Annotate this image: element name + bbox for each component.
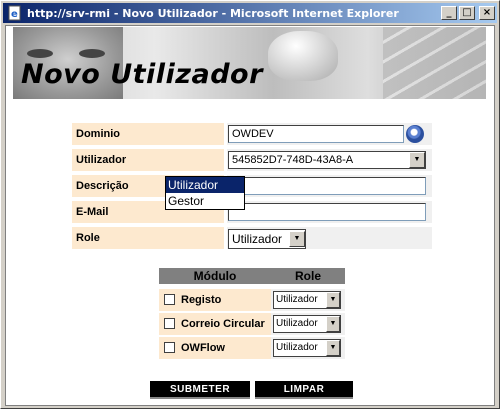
page-title: Novo Utilizador: [21, 59, 263, 90]
submit-button[interactable]: SUBMETER: [150, 381, 250, 399]
chevron-down-icon[interactable]: ▼: [326, 292, 340, 308]
utilizador-label: Utilizador: [72, 149, 224, 171]
clear-button[interactable]: LIMPAR: [255, 381, 353, 399]
correio-circular-checkbox[interactable]: [164, 318, 175, 329]
registo-role-select[interactable]: Utilizador ▼: [273, 291, 341, 309]
chevron-down-icon[interactable]: ▼: [409, 152, 425, 168]
minimize-button[interactable]: _: [441, 6, 457, 20]
ie-page-icon: e: [8, 5, 21, 21]
dominio-label: Dominio: [72, 123, 224, 145]
owflow-role-select[interactable]: Utilizador ▼: [273, 339, 341, 357]
module-name: Registo: [181, 294, 222, 306]
module-column-header: Módulo: [159, 268, 271, 284]
role-column-header: Role: [271, 268, 345, 284]
descricao-row: Descrição: [72, 174, 432, 198]
dominio-input[interactable]: OWDEV: [228, 125, 404, 143]
role-dropdown-list: Utilizador Gestor: [165, 176, 245, 210]
close-button[interactable]: ×: [479, 6, 495, 20]
banner-mouse-image: [268, 31, 338, 81]
owflow-checkbox[interactable]: [164, 342, 175, 353]
role-row: Role Utilizador ▼: [72, 226, 432, 250]
utilizador-select[interactable]: 545852D7-748D-43A8-A ▼: [228, 151, 426, 169]
magnifier-icon[interactable]: [406, 125, 424, 143]
correio-circular-role-select[interactable]: Utilizador ▼: [273, 315, 341, 333]
chevron-down-icon[interactable]: ▼: [289, 231, 305, 247]
role-label: Role: [72, 227, 224, 249]
module-row: Correio Circular Utilizador ▼: [159, 313, 345, 335]
svg-text:e: e: [11, 9, 18, 20]
role-option-utilizador[interactable]: Utilizador: [166, 177, 244, 193]
utilizador-row: Utilizador 545852D7-748D-43A8-A ▼: [72, 148, 432, 172]
browser-window: e http://srv-rmi - Novo Utilizador - Mic…: [0, 0, 500, 409]
module-row: OWFlow Utilizador ▼: [159, 337, 345, 359]
descricao-input[interactable]: [228, 177, 426, 195]
role-select[interactable]: Utilizador ▼: [228, 229, 306, 249]
module-name: OWFlow: [181, 342, 225, 354]
role-option-gestor[interactable]: Gestor: [166, 193, 244, 209]
page-content: Novo Utilizador Dominio OWDEV Utilizador…: [5, 25, 495, 406]
module-name: Correio Circular: [181, 318, 265, 330]
email-input[interactable]: [228, 203, 426, 221]
role-value: Utilizador: [232, 232, 283, 246]
email-row: E-Mail: [72, 200, 432, 224]
registo-checkbox[interactable]: [164, 294, 175, 305]
maximize-button[interactable]: □: [459, 6, 475, 20]
title-bar[interactable]: e http://srv-rmi - Novo Utilizador - Mic…: [3, 3, 497, 23]
dominio-row: Dominio OWDEV: [72, 122, 432, 146]
chevron-down-icon[interactable]: ▼: [326, 340, 340, 356]
banner-keyboard-image: [383, 27, 486, 99]
window-title: http://srv-rmi - Novo Utilizador - Micro…: [27, 6, 399, 20]
chevron-down-icon[interactable]: ▼: [326, 316, 340, 332]
utilizador-value: 545852D7-748D-43A8-A: [232, 154, 354, 166]
module-row: Registo Utilizador ▼: [159, 289, 345, 311]
header-banner: Novo Utilizador: [13, 27, 486, 99]
